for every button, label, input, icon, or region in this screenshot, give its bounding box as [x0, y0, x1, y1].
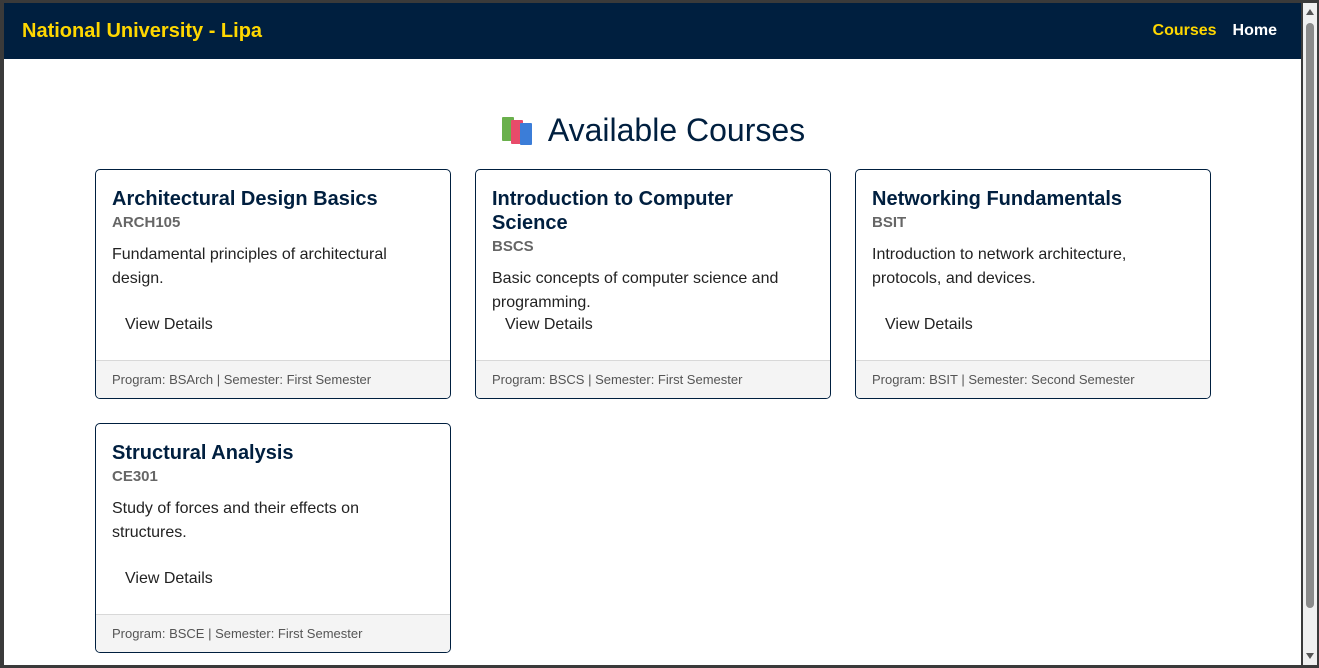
course-code: BSCS — [492, 238, 534, 255]
page-header: Available Courses — [4, 110, 1301, 150]
nav-links: Courses Home — [1153, 22, 1277, 40]
view-details-button[interactable]: View Details — [885, 316, 973, 334]
page-viewport: National University - Lipa Courses Home … — [4, 3, 1301, 665]
course-title: Architectural Design Basics — [112, 188, 378, 210]
course-footer: Program: BSIT | Semester: Second Semeste… — [856, 360, 1210, 398]
course-card: Structural Analysis CE301 Study of force… — [95, 423, 451, 653]
course-card: Introduction to Computer Science BSCS Ba… — [475, 169, 831, 399]
brand-link[interactable]: National University - Lipa — [22, 20, 262, 43]
course-description: Fundamental principles of architectural … — [112, 246, 387, 287]
nav-link-courses[interactable]: Courses — [1153, 22, 1217, 40]
scroll-up-icon[interactable] — [1306, 9, 1314, 15]
navbar: National University - Lipa Courses Home — [4, 3, 1301, 59]
course-description: Study of forces and their effects on str… — [112, 500, 359, 541]
course-code: CE301 — [112, 468, 158, 485]
course-title: Introduction to Computer Science — [492, 188, 734, 234]
course-title: Structural Analysis — [112, 442, 294, 464]
course-card: Networking Fundamentals BSIT Introductio… — [855, 169, 1211, 399]
course-title: Networking Fundamentals — [872, 188, 1123, 210]
books-icon — [500, 115, 534, 145]
scroll-thumb[interactable] — [1306, 23, 1314, 608]
view-details-button[interactable]: View Details — [125, 316, 213, 334]
course-footer: Program: BSArch | Semester: First Semest… — [96, 360, 450, 398]
nav-link-home[interactable]: Home — [1233, 22, 1277, 40]
course-footer: Program: BSCE | Semester: First Semester — [96, 614, 450, 652]
vertical-scrollbar[interactable] — [1303, 3, 1317, 665]
course-footer: Program: BSCS | Semester: First Semester — [476, 360, 830, 398]
course-code: BSIT — [872, 214, 907, 231]
course-grid: Architectural Design Basics ARCH105 Fund… — [95, 169, 1211, 653]
course-description: Introduction to network architecture, pr… — [872, 246, 1127, 287]
course-code: ARCH105 — [112, 214, 181, 231]
view-details-button[interactable]: View Details — [505, 316, 593, 334]
course-card: Architectural Design Basics ARCH105 Fund… — [95, 169, 451, 399]
scroll-down-icon[interactable] — [1306, 653, 1314, 659]
course-description: Basic concepts of computer science and p… — [492, 270, 779, 311]
page-title: Available Courses — [547, 111, 806, 148]
view-details-button[interactable]: View Details — [125, 570, 213, 588]
